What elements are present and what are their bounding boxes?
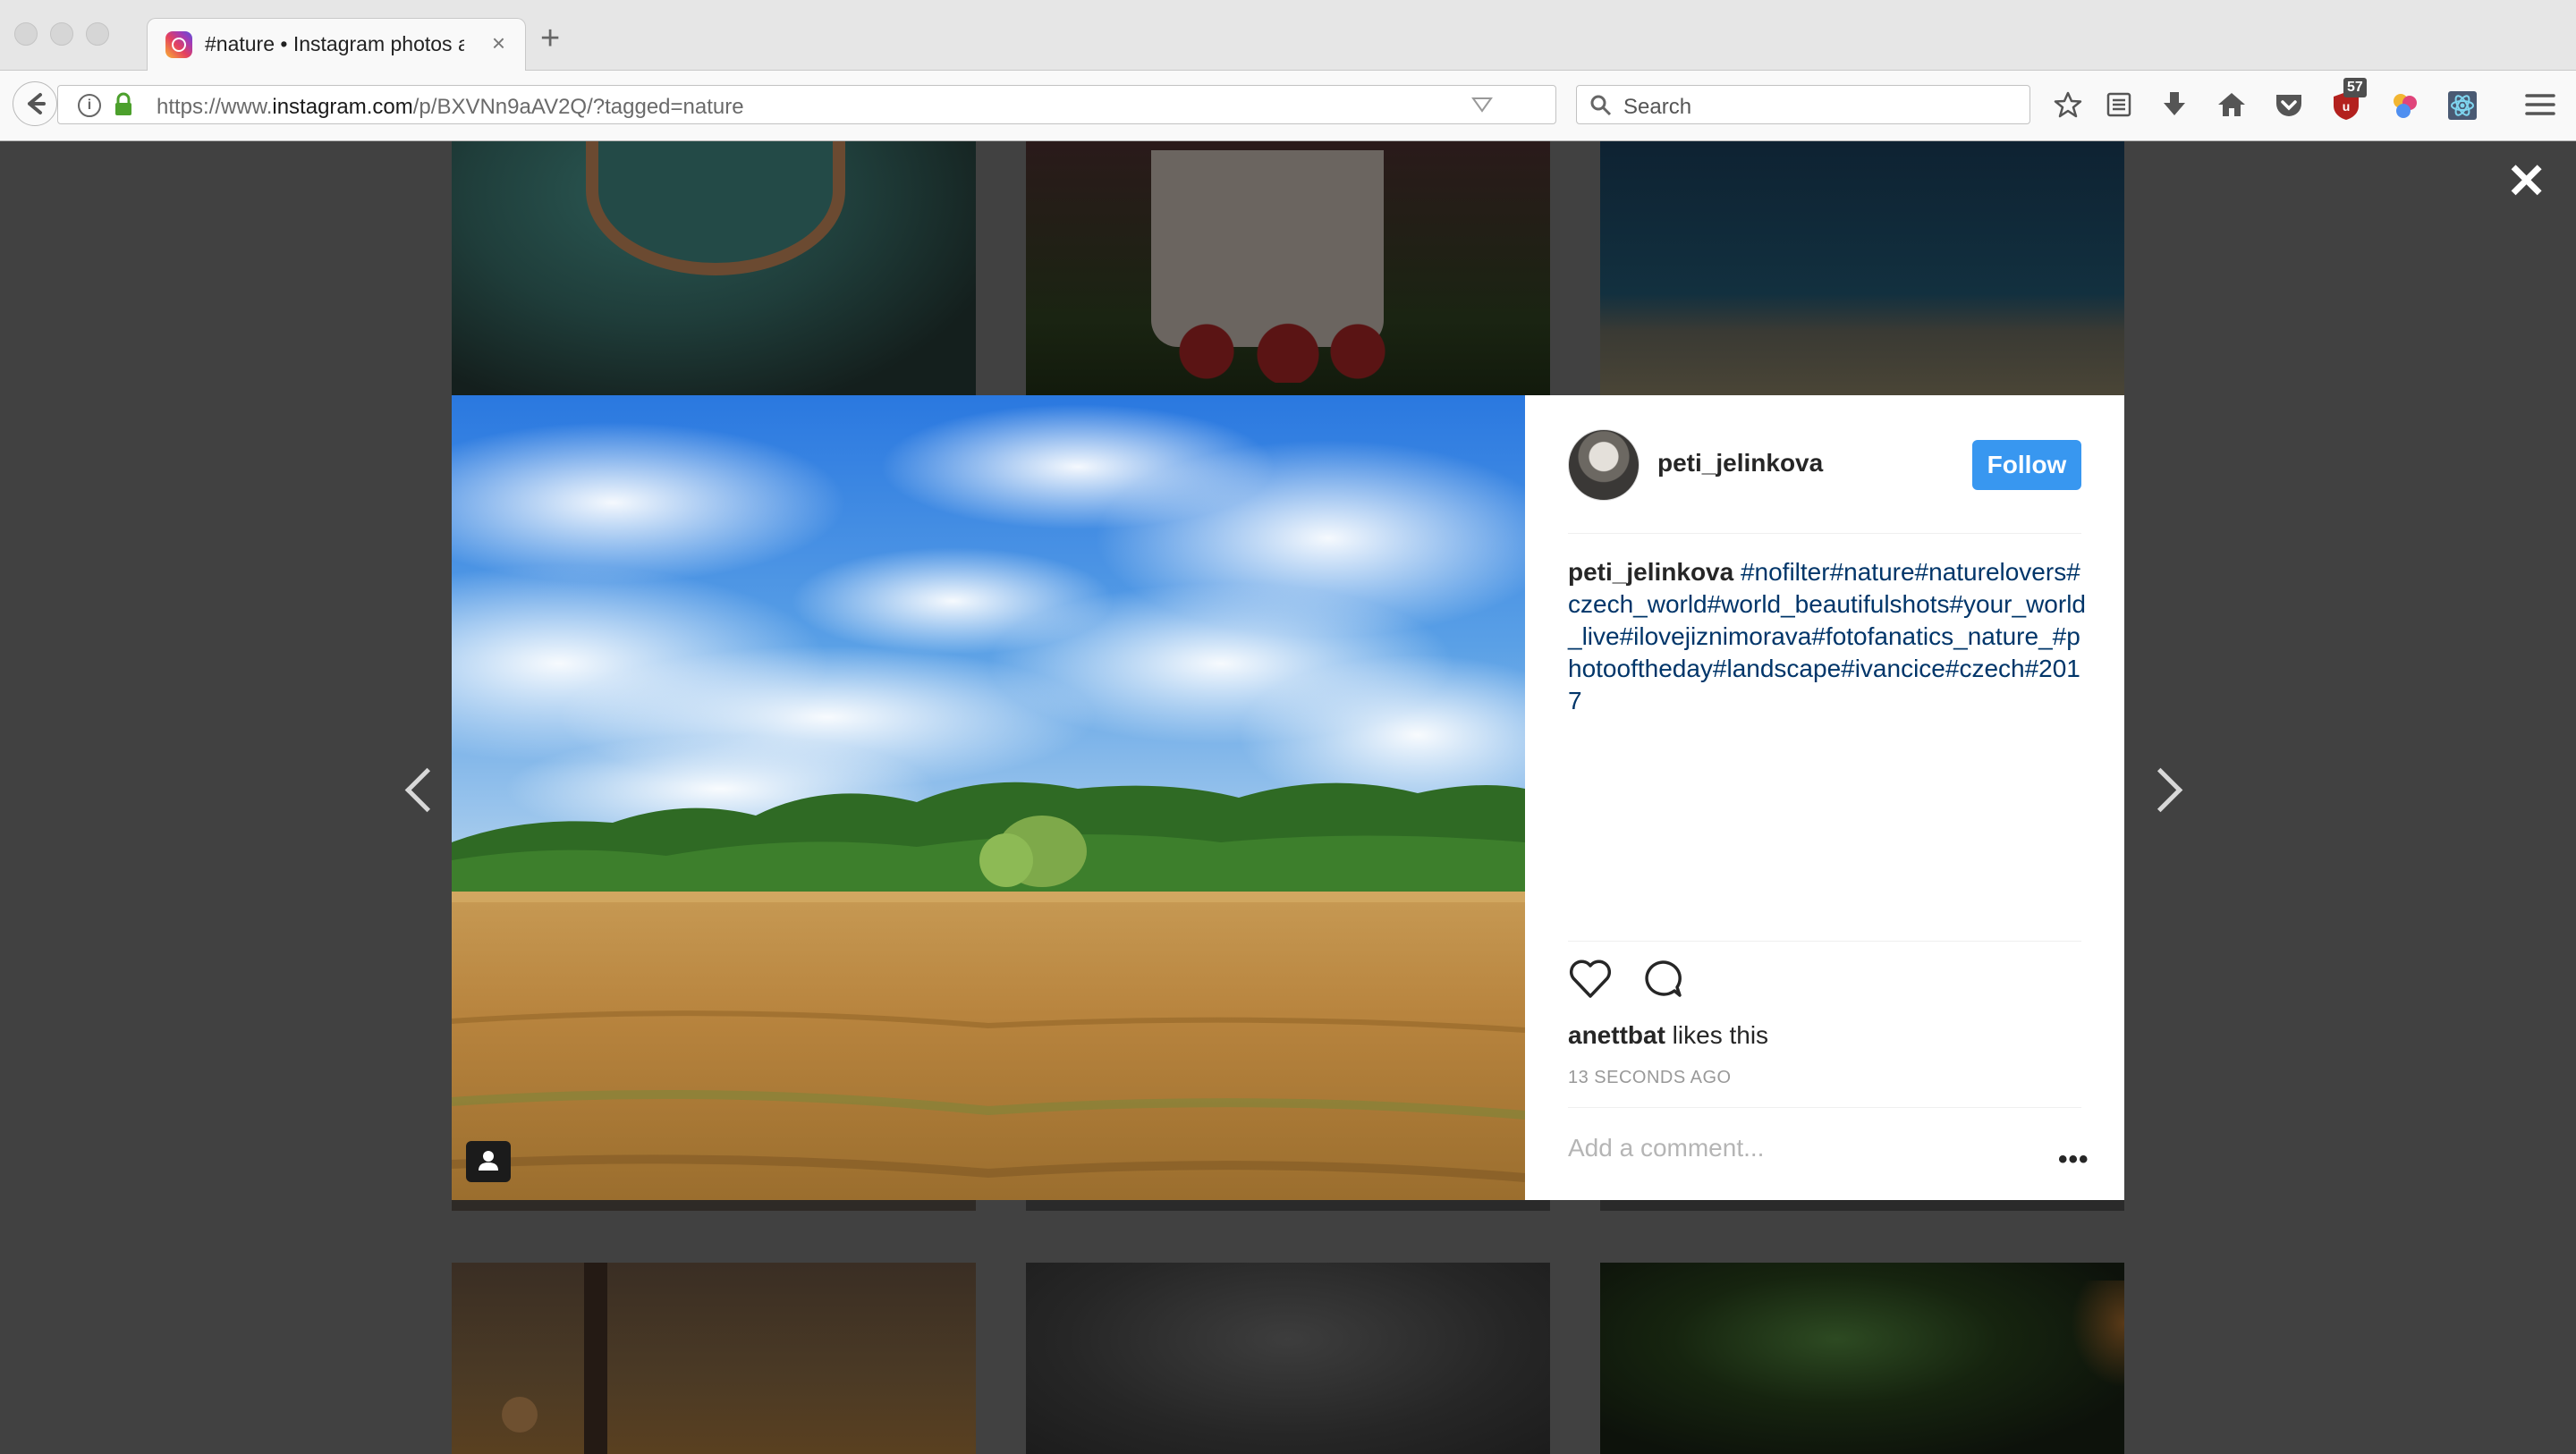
like-heart-icon[interactable] — [1568, 959, 1613, 1000]
bookmark-star-icon[interactable] — [2054, 90, 2082, 119]
more-options-icon[interactable]: ••• — [2058, 1145, 2089, 1175]
home-icon[interactable] — [2216, 90, 2247, 119]
reading-list-icon[interactable] — [2106, 90, 2132, 119]
comment-bubble-icon[interactable] — [1641, 959, 1684, 1000]
post-photo[interactable] — [452, 395, 1525, 1200]
new-tab-button[interactable]: + — [540, 21, 560, 55]
next-post-arrow-icon[interactable] — [2138, 767, 2183, 813]
likes-suffix: likes this — [1665, 1021, 1769, 1049]
minimize-window-button[interactable] — [50, 22, 73, 46]
thumbnail-portrait[interactable] — [1026, 1263, 1550, 1454]
thumbnail-shape — [586, 141, 845, 275]
thumbnail-strip-2 — [1026, 1200, 1550, 1211]
back-arrow-icon — [28, 93, 46, 114]
browser-navbar: i https://www.instagram.com/p/BXVNn9aAV2… — [0, 71, 2576, 141]
search-input[interactable]: Search — [1576, 85, 2030, 124]
zoom-window-button[interactable] — [86, 22, 109, 46]
thumbnail-glow — [2071, 1281, 2124, 1388]
tab-title: #nature • Instagram photos and videos — [205, 32, 464, 55]
tab-close-icon[interactable]: × — [492, 30, 505, 57]
post-caption: peti_jelinkova #nofilter#nature#naturelo… — [1568, 556, 2087, 717]
comment-divider — [1568, 1107, 2081, 1108]
search-placeholder: Search — [1623, 95, 1692, 119]
wheat-field-landscape-image — [452, 395, 1525, 1200]
thumbnail-strawberries[interactable] — [1026, 141, 1550, 395]
follow-button[interactable]: Follow — [1972, 440, 2081, 490]
downloads-icon[interactable] — [2161, 90, 2188, 119]
instagram-page-overlay: ✕ peti_jelinkova Follow peti_jelinkova #… — [0, 141, 2576, 1454]
post-timestamp[interactable]: 13 SECONDS AGO — [1568, 1068, 1732, 1088]
post-modal: peti_jelinkova Follow peti_jelinkova #no… — [452, 395, 2124, 1200]
thumbnail-plant[interactable] — [1600, 1263, 2124, 1454]
likes-summary: anettbat likes this — [1568, 1021, 1768, 1050]
browser-tab-active[interactable]: #nature • Instagram photos and videos × — [147, 18, 526, 72]
search-icon — [1590, 95, 1612, 116]
thumbnail-strip-3 — [1600, 1200, 2124, 1211]
previous-post-arrow-icon[interactable] — [404, 767, 450, 813]
thumbnail-ocean-aerial[interactable] — [452, 141, 976, 395]
thumbnail-tree-trunk — [584, 1263, 607, 1454]
ublock-badge: 57 — [2343, 78, 2367, 97]
person-tag-icon — [479, 1151, 498, 1171]
header-divider — [1568, 533, 2081, 534]
url-bar[interactable]: i https://www.instagram.com/p/BXVNn9aAV2… — [57, 85, 1600, 124]
site-info-icon[interactable]: i — [78, 94, 101, 117]
close-modal-icon[interactable]: ✕ — [2506, 157, 2546, 206]
thumbnail-mug-shape — [1151, 150, 1384, 347]
thumbnail-berries-shape — [1160, 320, 1393, 383]
url-history-dropdown-icon[interactable] — [1471, 97, 1493, 114]
comment-input[interactable]: Add a comment... — [1568, 1134, 1764, 1162]
pocket-icon[interactable] — [2274, 90, 2304, 119]
browser-titlebar: #nature • Instagram photos and videos × … — [0, 0, 2576, 72]
thumbnail-beach[interactable] — [1600, 141, 2124, 395]
liker-username[interactable]: anettbat — [1568, 1021, 1665, 1049]
url-text[interactable]: https://www.instagram.com/p/BXVNn9aAV2Q/… — [157, 95, 744, 120]
react-devtools-icon[interactable] — [2447, 90, 2478, 121]
thumbnail-sun-shape — [502, 1397, 538, 1433]
actions-divider — [1568, 941, 2081, 942]
hamburger-menu-icon[interactable] — [2524, 90, 2556, 119]
lock-icon — [115, 92, 131, 115]
caption-username[interactable]: peti_jelinkova — [1568, 558, 1733, 586]
svg-text:u: u — [2343, 99, 2351, 114]
thumbnail-sunset[interactable] — [452, 1263, 976, 1454]
post-username[interactable]: peti_jelinkova — [1657, 449, 1823, 478]
colorful-extension-icon[interactable] — [2390, 90, 2420, 121]
back-button[interactable] — [13, 81, 57, 126]
instagram-favicon-icon — [165, 31, 192, 58]
post-sidebar: peti_jelinkova Follow peti_jelinkova #no… — [1525, 395, 2124, 1200]
close-window-button[interactable] — [14, 22, 38, 46]
avatar[interactable] — [1568, 429, 1640, 501]
thumbnail-strip-1 — [452, 1200, 976, 1211]
tagged-people-button[interactable] — [466, 1141, 511, 1182]
